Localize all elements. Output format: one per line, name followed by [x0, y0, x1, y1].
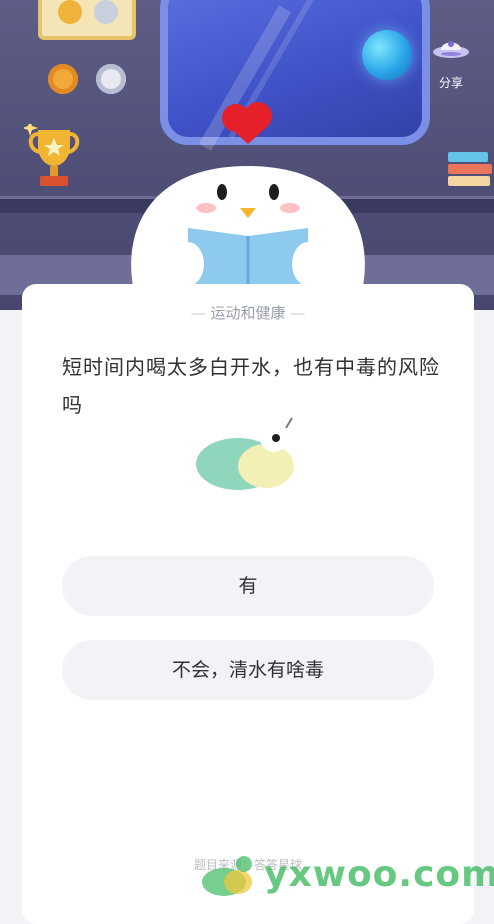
chick-mascot: [131, 102, 365, 306]
watermark-text: yxwoo.com: [264, 854, 494, 895]
planet-icon[interactable]: [362, 30, 412, 80]
share-label: 分享: [438, 76, 463, 90]
watermark-snail-icon: [202, 856, 252, 896]
question-card: — 运动和健康 — 短时间内喝太多白开水，也有中毒的风险吗 有 不会，清水有啥毒…: [22, 284, 474, 924]
header-scene: 分享: [0, 0, 494, 310]
share-button[interactable]: 分享: [426, 34, 476, 96]
snail-icon: [196, 417, 294, 490]
silver-medal-icon: [96, 64, 126, 94]
question-text: 短时间内喝太多白开水，也有中毒的风险吗: [62, 355, 440, 417]
ufo-share-icon: [433, 41, 469, 58]
badge-frame-icon: [38, 0, 136, 40]
answer-option-yes[interactable]: 有: [62, 556, 434, 616]
trophy-icon: [24, 124, 80, 186]
gold-medal-icon: [48, 64, 78, 94]
category-label: — 运动和健康 —: [190, 304, 306, 322]
answer-option-no[interactable]: 不会，清水有啥毒: [62, 640, 434, 700]
books-icon: [448, 152, 494, 196]
watermark: yxwoo.com: [198, 848, 494, 902]
